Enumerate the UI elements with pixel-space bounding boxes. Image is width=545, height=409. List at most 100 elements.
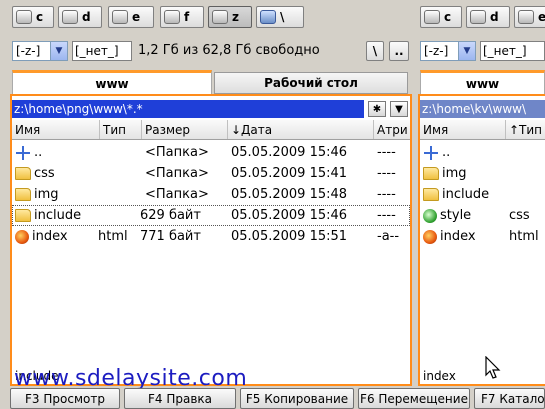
f4-edit-button[interactable]: F4 Правка — [124, 388, 236, 409]
parent-dir-button[interactable]: .. — [389, 41, 409, 61]
folder-icon — [423, 188, 439, 201]
file-date: 05.05.2009 15:46 — [231, 145, 348, 160]
drive-button-f[interactable]: f — [160, 6, 204, 28]
file-name: index — [440, 229, 476, 244]
column-header: Имя Тип Размер ↓Дата Атри — [12, 120, 410, 140]
chevron-down-icon: ▼ — [458, 42, 475, 60]
file-size: <Папка> — [145, 187, 209, 202]
current-path[interactable]: z:\home\kv\www\ — [420, 100, 545, 118]
drive-button-d[interactable]: d — [58, 6, 102, 28]
drive-button-c[interactable]: c — [12, 6, 54, 28]
drive-button-e[interactable]: e — [108, 6, 154, 28]
drive-letter: e — [132, 10, 141, 24]
file-ext: html — [98, 229, 128, 244]
file-size: <Папка> — [145, 166, 209, 181]
firefox-html-icon — [423, 229, 437, 244]
column-name[interactable]: Имя — [420, 120, 506, 139]
file-date: 05.05.2009 15:51 — [231, 229, 348, 244]
drive-letter: d — [82, 10, 91, 24]
left-drive-toolbar: c d e f z \ — [0, 6, 410, 30]
left-panel-body: z:\home\png\www\*.* ✱ ▼ Имя Тип Размер ↓… — [10, 94, 412, 386]
file-name: .. — [442, 145, 451, 160]
firefox-html-icon — [15, 229, 29, 244]
current-path[interactable]: z:\home\png\www\*.* — [12, 100, 364, 118]
cd-drive-icon — [62, 10, 78, 24]
right-file-panel: www z:\home\kv\www\ Имя ↑Тип .. img incl… — [418, 66, 545, 386]
mouse-pointer-icon — [485, 356, 501, 379]
root-dir-button[interactable]: \ — [366, 41, 384, 61]
f7-mkdir-button[interactable]: F7 Каталог — [474, 388, 545, 409]
status-bar: index — [423, 369, 456, 383]
file-name: css — [34, 166, 55, 181]
drive-letter: \ — [280, 10, 285, 24]
left-free-space: 1,2 Гб из 62,8 Гб свободно — [138, 43, 320, 58]
file-attr: ---- — [377, 208, 396, 223]
file-date: 05.05.2009 15:46 — [231, 208, 348, 223]
hard-drive-icon — [424, 10, 440, 24]
tab-www[interactable]: www — [12, 70, 212, 94]
file-name: img — [442, 166, 467, 181]
f3-view-button[interactable]: F3 Просмотр — [10, 388, 120, 409]
cd-drive-icon — [470, 10, 486, 24]
network-icon — [260, 10, 276, 24]
drive-combo-value: [-z-] — [16, 44, 41, 58]
history-button[interactable]: ✱ — [368, 101, 386, 117]
file-name: include — [34, 208, 82, 223]
file-row[interactable]: style css — [420, 205, 545, 226]
drive-letter: z — [232, 10, 239, 24]
drive-button-c[interactable]: c — [420, 6, 462, 28]
hard-drive-icon — [164, 10, 180, 24]
left-drive-combo[interactable]: [-z-] ▼ — [12, 41, 68, 61]
drive-button-e[interactable]: e — [514, 6, 545, 28]
file-name-cell: style — [423, 205, 471, 226]
column-name[interactable]: Имя — [12, 120, 100, 139]
file-row[interactable]: css <Папка> 05.05.2009 15:41 ---- — [12, 163, 410, 184]
hard-drive-icon — [212, 10, 228, 24]
file-size: 771 байт — [140, 229, 201, 244]
file-name-cell: .. — [423, 142, 450, 163]
file-row[interactable]: img — [420, 163, 545, 184]
file-ext: css — [509, 208, 530, 223]
file-size: <Папка> — [145, 145, 209, 160]
drive-letter: c — [444, 10, 452, 24]
file-name-cell: img — [423, 163, 467, 184]
drive-combo-value: [-z-] — [424, 44, 449, 58]
file-date: 05.05.2009 15:48 — [231, 187, 348, 202]
file-row[interactable]: index html 771 байт 05.05.2009 15:51 -a-… — [12, 226, 410, 247]
file-row[interactable]: include — [420, 184, 545, 205]
file-ext: html — [509, 229, 539, 244]
file-name-cell: img — [15, 184, 59, 205]
file-row-selected[interactable]: include 629 байт 05.05.2009 15:46 ---- — [12, 205, 410, 226]
drive-letter: f — [184, 10, 190, 24]
file-row[interactable]: .. — [420, 142, 545, 163]
file-name-cell: include — [15, 205, 81, 226]
column-date[interactable]: ↓Дата — [228, 120, 374, 139]
column-type[interactable]: Тип — [100, 120, 142, 139]
tab-www[interactable]: www — [420, 70, 545, 94]
column-type[interactable]: ↑Тип — [506, 120, 545, 139]
drive-letter: d — [490, 10, 499, 24]
chevron-down-icon: ▼ — [50, 42, 67, 60]
file-row[interactable]: .. <Папка> 05.05.2009 15:46 ---- — [12, 142, 410, 163]
tab-desktop[interactable]: Рабочий стол — [214, 72, 408, 94]
file-list: .. img include style css index html — [420, 142, 545, 358]
right-volume-label: [_нет_] — [480, 41, 545, 61]
file-row[interactable]: index html — [420, 226, 545, 247]
parent-dir-icon — [423, 145, 439, 161]
column-size[interactable]: Размер — [142, 120, 228, 139]
right-drive-combo[interactable]: [-z-] ▼ — [420, 41, 476, 61]
drive-button-z[interactable]: z — [208, 6, 252, 28]
drive-button-d[interactable]: d — [466, 6, 510, 28]
f5-copy-button[interactable]: F5 Копирование — [240, 388, 354, 409]
folder-icon — [423, 167, 439, 180]
folder-icon — [15, 167, 31, 180]
file-name-cell: index — [15, 226, 68, 247]
cd-drive-icon — [518, 10, 534, 24]
cd-drive-icon — [112, 10, 128, 24]
file-row[interactable]: img <Папка> 05.05.2009 15:48 ---- — [12, 184, 410, 205]
file-name-cell: .. — [15, 142, 42, 163]
drive-button-network[interactable]: \ — [256, 6, 304, 28]
path-dropdown-button[interactable]: ▼ — [390, 101, 408, 117]
column-attr[interactable]: Атри — [374, 120, 410, 139]
f6-move-button[interactable]: F6 Перемещение — [358, 388, 470, 409]
